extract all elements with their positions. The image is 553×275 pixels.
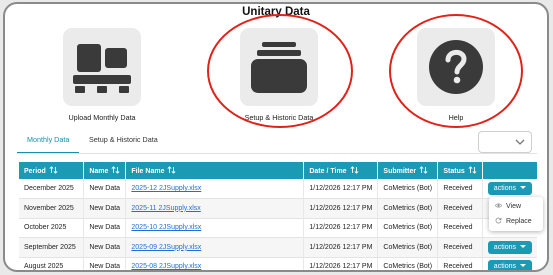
table-row: December 2025 New Data 2025-12 2JSupply.… [19,179,537,199]
cell-submitter: CoMetrics (Bot) [377,198,439,219]
column-header-name[interactable]: Name [83,162,127,179]
menu-item-replace[interactable]: Replace [495,217,532,225]
column-header-submitter[interactable]: Submitter [377,162,439,179]
cell-submitter: CoMetrics (Bot) [377,218,439,238]
cell-file-name: 2025-11 2JSupply.xlsx [125,198,305,219]
sort-icon [350,166,359,174]
tab-monthly-data[interactable]: Monthly Data [27,135,69,144]
cell-date-time: 1/12/2026 12:17 PM [303,198,379,219]
cell-file-name: 2025-08 2JSupply.xlsx [125,257,305,270]
column-header-date-time[interactable]: Date / Time [303,162,379,179]
cell-period: November 2025 [19,198,85,219]
cell-file-name: 2025-12 2JSupply.xlsx [125,179,305,199]
cell-period: December 2025 [19,179,85,199]
actions-dropdown-menu: View Replace [489,197,543,231]
caret-down-icon [519,244,526,248]
cell-actions: actions [482,257,537,270]
upload-monthly-data-tile[interactable] [63,28,141,106]
cell-file-name: 2025-10 2JSupply.xlsx [125,218,305,238]
cell-date-time: 1/12/2026 12:17 PM [303,257,379,270]
cell-name: New Data [83,198,127,219]
table-row: August 2025 New Data 2025-08 2JSupply.xl… [19,257,537,270]
data-table: Period Name File Name Date / Time Submit… [19,162,537,270]
file-link[interactable]: 2025-12 2JSupply.xlsx [131,185,201,192]
table-row: September 2025 New Data 2025-09 2JSupply… [19,237,537,258]
cell-submitter: CoMetrics (Bot) [377,237,439,258]
cell-submitter: CoMetrics (Bot) [377,257,439,270]
cell-date-time: 1/12/2026 12:17 PM [303,218,379,238]
cell-status: Received [437,237,483,258]
cell-date-time: 1/12/2026 12:17 PM [303,179,379,199]
file-link[interactable]: 2025-11 2JSupply.xlsx [131,205,200,212]
cell-status: Received [437,179,483,199]
eye-icon [494,203,503,208]
upload-monthly-data-label: Upload Monthly Data [68,113,136,122]
column-header-period[interactable]: Period [19,162,85,179]
sort-icon [111,166,120,174]
cell-actions: actions [482,179,537,199]
cell-name: New Data [83,218,127,238]
sort-icon [468,166,477,174]
annotation-circle-help [389,14,523,128]
actions-button[interactable]: actions [487,260,532,270]
table-header-row: Period Name File Name Date / Time Submit… [19,162,537,179]
chevron-down-icon [515,139,525,145]
cell-name: New Data [83,257,127,270]
upload-data-icon [73,44,131,93]
table-row: October 2025 New Data 2025-10 2JSupply.x… [19,218,537,238]
file-link[interactable]: 2025-09 2JSupply.xlsx [131,244,201,251]
filter-select[interactable] [478,131,532,153]
annotation-circle-setup [207,14,353,128]
cell-file-name: 2025-09 2JSupply.xlsx [125,237,305,258]
sort-icon [49,166,58,174]
column-header-status[interactable]: Status [437,162,483,179]
app-window: Unitary Data Upload Monthly Data Setup &… [3,2,549,272]
menu-item-view[interactable]: View [494,202,521,210]
cell-status: Received [437,257,483,270]
cell-status: Received [437,218,483,238]
cell-submitter: CoMetrics (Bot) [377,179,439,199]
sort-icon [419,166,428,174]
tab-bar: Monthly Data Setup & Historic Data [17,129,537,154]
cell-status: Received [437,198,483,219]
tab-divider [17,153,537,154]
column-header-actions [482,162,537,179]
cell-name: New Data [83,179,127,199]
column-header-file-name[interactable]: File Name [125,162,305,179]
cell-date-time: 1/12/2026 12:17 PM [303,237,379,258]
caret-down-icon [519,186,526,189]
cell-name: New Data [83,237,127,258]
cell-period: August 2025 [19,257,85,270]
actions-button[interactable]: actions [487,240,532,254]
tab-setup-historic-data[interactable]: Setup & Historic Data [89,135,158,144]
cell-actions: actions [482,237,537,258]
refresh-icon [495,217,502,224]
table-row: November 2025 New Data 2025-11 2JSupply.… [19,198,537,219]
cell-period: October 2025 [19,218,85,238]
caret-down-icon [519,264,526,268]
file-link[interactable]: 2025-08 2JSupply.xlsx [131,263,201,270]
sort-icon [167,166,176,174]
file-link[interactable]: 2025-10 2JSupply.xlsx [131,224,201,231]
actions-button[interactable]: actions [487,182,532,195]
cell-period: September 2025 [19,237,85,258]
